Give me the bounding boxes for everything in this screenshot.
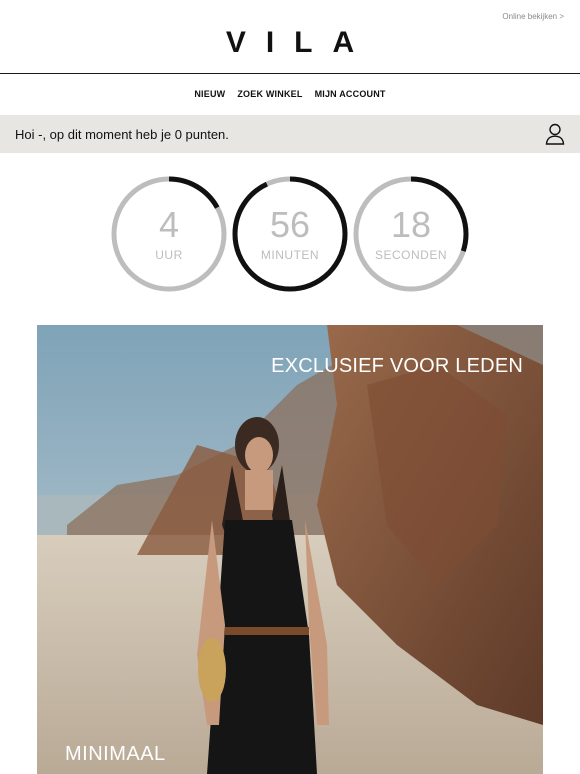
seconds-label: SECONDEN: [374, 248, 447, 262]
points-banner: Hoi -, op dit moment heb je 0 punten.: [0, 115, 580, 153]
countdown-seconds: 18 SECONDEN: [353, 176, 469, 292]
hero-banner[interactable]: EXCLUSIEF VOOR LEDEN MINIMAAL: [37, 325, 543, 774]
hours-value: 4: [158, 204, 180, 245]
header-divider: [0, 73, 580, 74]
seconds-value: 18: [390, 204, 432, 245]
nav-item-nieuw[interactable]: NIEUW: [194, 89, 225, 99]
countdown-hours: 4 UUR: [111, 176, 227, 292]
hours-label: UUR: [155, 248, 183, 262]
nav-item-mijn-account[interactable]: MIJN ACCOUNT: [315, 89, 386, 99]
hero-subtitle: MINIMAAL: [65, 743, 166, 765]
user-icon[interactable]: [545, 123, 565, 145]
points-greeting: Hoi -, op dit moment heb je 0 punten.: [15, 127, 229, 142]
minutes-label: MINUTEN: [260, 248, 320, 262]
main-nav: NIEUW ZOEK WINKEL MIJN ACCOUNT: [0, 89, 580, 99]
vila-logo[interactable]: VILA: [0, 26, 580, 60]
hero-photo: [37, 325, 543, 774]
hero-title: EXCLUSIEF VOOR LEDEN: [271, 355, 523, 377]
countdown-timer: 4 UUR 56 MINUTEN 18 SECONDEN: [0, 176, 580, 294]
nav-item-zoek-winkel[interactable]: ZOEK WINKEL: [237, 89, 302, 99]
countdown-minutes: 56 MINUTEN: [232, 176, 348, 292]
minutes-value: 56: [269, 204, 311, 245]
online-view-link[interactable]: Online bekijken >: [502, 12, 564, 21]
